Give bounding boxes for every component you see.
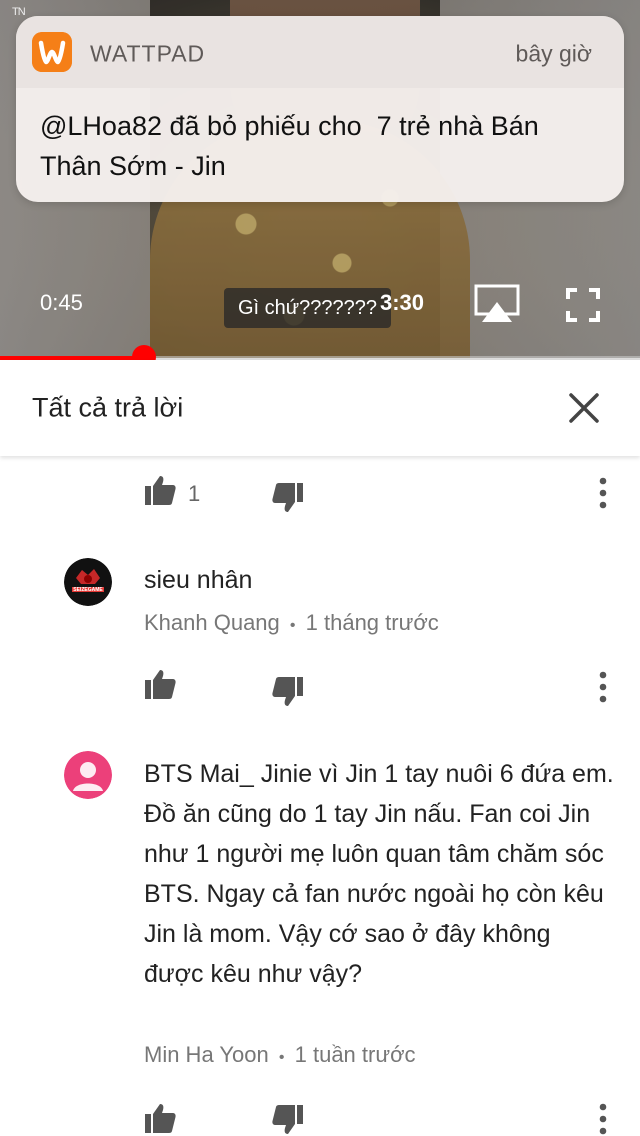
fullscreen-icon[interactable] bbox=[566, 288, 600, 322]
meta-separator: • bbox=[278, 1049, 285, 1066]
comment-time: 1 tuần trước bbox=[294, 1042, 416, 1067]
wattpad-logo-icon bbox=[32, 32, 72, 72]
total-time: 3:30 bbox=[380, 290, 425, 315]
notification-message: @LHoa82 đã bỏ phiếu cho 7 trẻ nhà Bán Th… bbox=[40, 111, 546, 181]
notification-app-name: WATTPAD bbox=[90, 40, 206, 67]
dislike-icon[interactable] bbox=[272, 482, 304, 514]
like-count: 1 bbox=[188, 481, 201, 506]
like-icon[interactable] bbox=[144, 1102, 176, 1134]
airplay-icon[interactable] bbox=[474, 284, 520, 324]
dislike-icon[interactable] bbox=[272, 1104, 304, 1136]
comment-meta: Min Ha Yoon • 1 tuần trước bbox=[144, 1042, 416, 1068]
comment-meta: Khanh Quang • 1 tháng trước bbox=[144, 610, 439, 636]
notification-time: bây giờ bbox=[515, 40, 592, 67]
more-options-icon[interactable] bbox=[598, 1102, 608, 1136]
close-icon[interactable] bbox=[562, 386, 606, 430]
avatar[interactable] bbox=[64, 751, 112, 799]
dislike-icon[interactable] bbox=[272, 676, 304, 708]
push-notification[interactable]: WATTPAD bây giờ @LHoa82 đã bỏ phiếu cho … bbox=[16, 16, 624, 202]
replies-title: Tất cả trả lời bbox=[32, 392, 184, 423]
comment-author[interactable]: Khanh Quang bbox=[144, 610, 280, 635]
replies-header: Tất cả trả lời bbox=[0, 360, 640, 456]
svg-text:SEIZEGAME: SEIZEGAME bbox=[73, 587, 103, 593]
avatar[interactable]: SEIZEGAME bbox=[64, 558, 112, 606]
more-options-icon[interactable] bbox=[598, 670, 608, 704]
current-time: 0:45 bbox=[40, 290, 83, 315]
notification-header: WATTPAD bây giờ bbox=[16, 16, 624, 88]
comment-time: 1 tháng trước bbox=[305, 610, 439, 635]
meta-separator: • bbox=[289, 617, 296, 634]
comment-text: BTS Mai_ Jinie vì Jin 1 tay nuôi 6 đứa e… bbox=[144, 760, 614, 988]
more-options-icon[interactable] bbox=[598, 476, 608, 510]
comment-author[interactable]: Min Ha Yoon bbox=[144, 1042, 269, 1067]
like-icon[interactable] bbox=[144, 474, 176, 506]
like-icon[interactable] bbox=[144, 668, 176, 700]
tn-label: TN bbox=[12, 6, 26, 18]
video-caption: Gì chứ??????? bbox=[224, 288, 392, 328]
comment-text: sieu nhân bbox=[144, 566, 253, 594]
